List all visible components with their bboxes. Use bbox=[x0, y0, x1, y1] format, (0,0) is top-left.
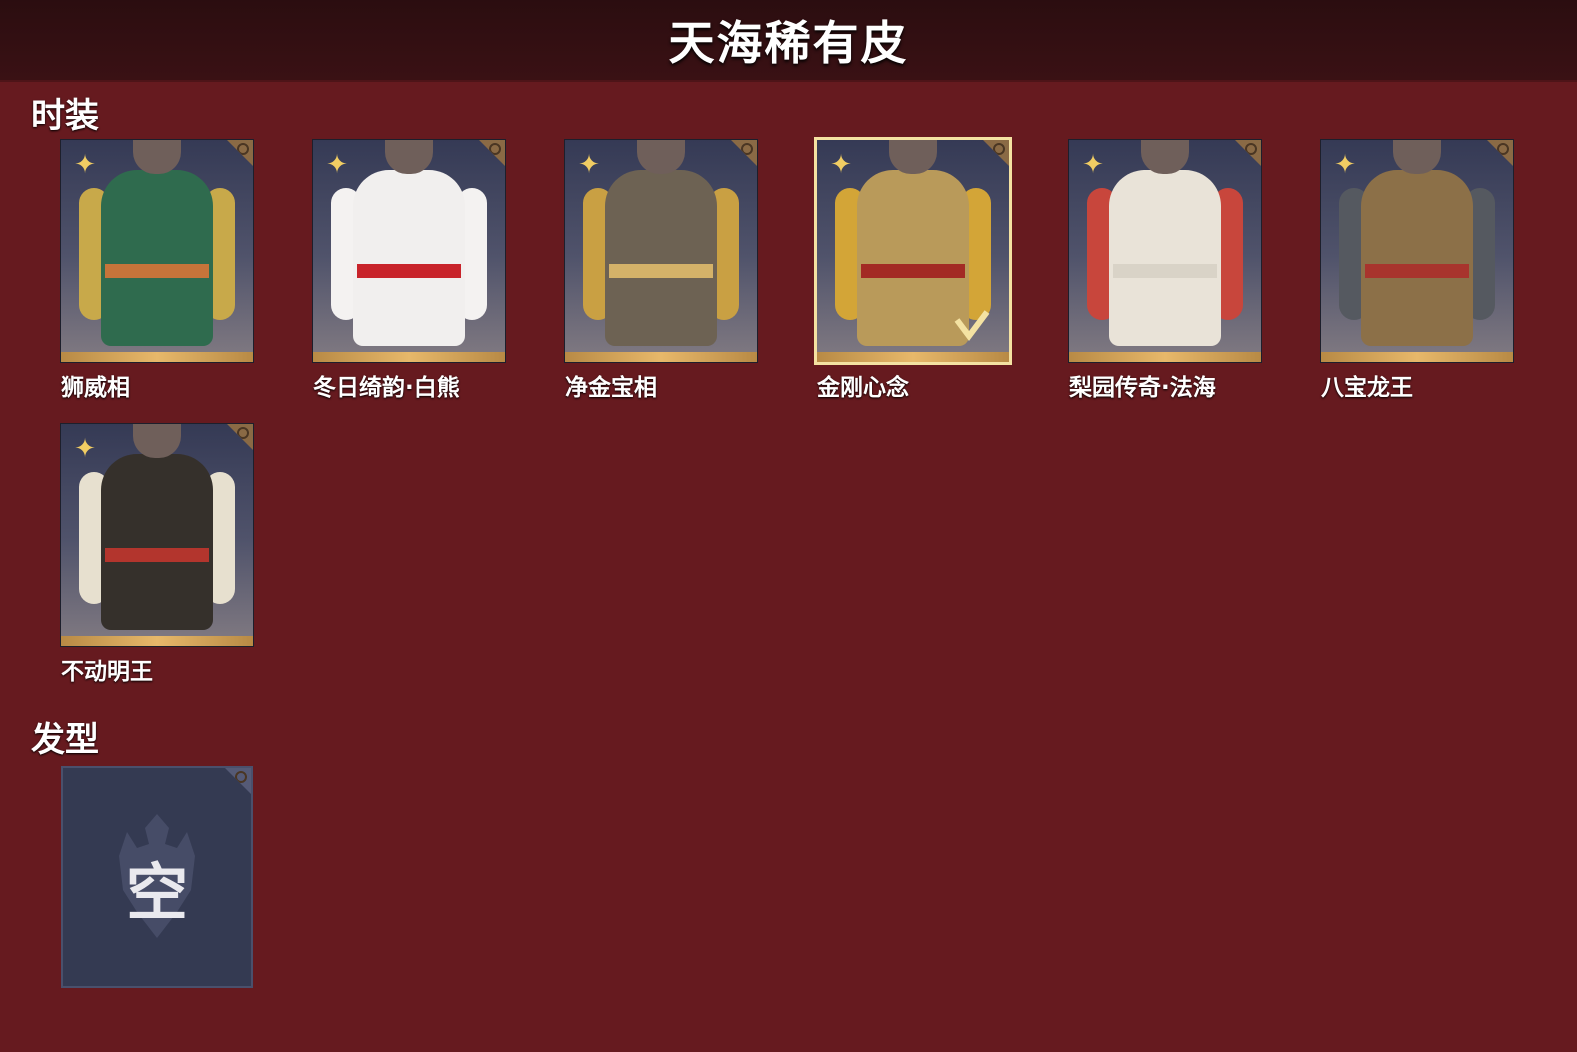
four-point-star-icon: ✦ bbox=[1082, 150, 1104, 180]
figure-head bbox=[1141, 140, 1189, 174]
outfit-name: 不动明王 bbox=[61, 659, 153, 685]
figure-head bbox=[1393, 140, 1441, 174]
outfit-thumbnail[interactable]: ✦ bbox=[817, 140, 1009, 362]
corner-badge-icon bbox=[225, 768, 251, 794]
title-bar: 天海稀有皮 bbox=[0, 0, 1577, 82]
page-title: 天海稀有皮 bbox=[668, 16, 909, 70]
four-point-star-icon: ✦ bbox=[1334, 150, 1356, 180]
figure-belt bbox=[105, 548, 209, 562]
four-point-star-icon: ✦ bbox=[74, 150, 96, 180]
figure-head bbox=[133, 424, 181, 458]
figure-torso bbox=[1109, 170, 1221, 346]
outfit-thumbnail[interactable]: ✦ bbox=[61, 424, 253, 646]
figure-torso bbox=[353, 170, 465, 346]
empty-slot-label: 空 bbox=[125, 856, 188, 929]
figure-torso bbox=[1361, 170, 1473, 346]
figure-head bbox=[133, 140, 181, 174]
figure-head bbox=[385, 140, 433, 174]
outfit-card[interactable]: ✦ 金刚心念 bbox=[817, 140, 1009, 402]
rarity-bar bbox=[1321, 352, 1513, 362]
outfit-card[interactable]: ✦ 梨园传奇·法海 bbox=[1069, 140, 1261, 402]
figure-head bbox=[637, 140, 685, 174]
section-title-outfits: 时装 bbox=[31, 96, 99, 136]
outfit-thumbnail[interactable]: ✦ bbox=[61, 140, 253, 362]
outfit-name: 梨园传奇·法海 bbox=[1069, 375, 1216, 401]
figure-belt bbox=[357, 264, 461, 278]
figure-belt bbox=[609, 264, 713, 278]
outfit-name: 狮威相 bbox=[61, 375, 130, 401]
outfit-card[interactable]: ✦ 狮威相 bbox=[61, 140, 253, 402]
outfit-name: 冬日绮韵·白熊 bbox=[313, 375, 460, 401]
four-point-star-icon: ✦ bbox=[74, 434, 96, 464]
outfit-card[interactable]: ✦ 八宝龙王 bbox=[1321, 140, 1513, 402]
four-point-star-icon: ✦ bbox=[326, 150, 348, 180]
rarity-bar bbox=[565, 352, 757, 362]
rarity-bar bbox=[313, 352, 505, 362]
four-point-star-icon: ✦ bbox=[578, 150, 600, 180]
outfit-card[interactable]: ✦ 净金宝相 bbox=[565, 140, 757, 402]
outfit-thumbnail[interactable]: ✦ bbox=[313, 140, 505, 362]
outfit-thumbnail[interactable]: ✦ bbox=[1321, 140, 1513, 362]
four-point-star-icon: ✦ bbox=[830, 150, 852, 180]
rarity-bar bbox=[817, 352, 1009, 362]
figure-torso bbox=[605, 170, 717, 346]
outfit-thumbnail[interactable]: ✦ bbox=[565, 140, 757, 362]
outfit-name: 金刚心念 bbox=[817, 375, 909, 401]
section-title-hairstyles: 发型 bbox=[31, 720, 99, 760]
figure-torso bbox=[101, 170, 213, 346]
figure-head bbox=[889, 140, 937, 174]
outfit-name: 八宝龙王 bbox=[1321, 375, 1413, 401]
outfit-card[interactable]: ✦ 不动明王 bbox=[61, 424, 253, 686]
figure-belt bbox=[1365, 264, 1469, 278]
outfit-name: 净金宝相 bbox=[565, 375, 657, 401]
figure-belt bbox=[1113, 264, 1217, 278]
outfit-card[interactable]: ✦ 冬日绮韵·白熊 bbox=[313, 140, 505, 402]
rarity-bar bbox=[1069, 352, 1261, 362]
outfit-thumbnail[interactable]: ✦ bbox=[1069, 140, 1261, 362]
figure-belt bbox=[105, 264, 209, 278]
hairstyle-empty-slot[interactable]: 空 bbox=[61, 766, 253, 988]
rarity-bar bbox=[61, 352, 253, 362]
rarity-bar bbox=[61, 636, 253, 646]
figure-torso bbox=[101, 454, 213, 630]
check-icon bbox=[954, 310, 990, 341]
figure-belt bbox=[861, 264, 965, 278]
